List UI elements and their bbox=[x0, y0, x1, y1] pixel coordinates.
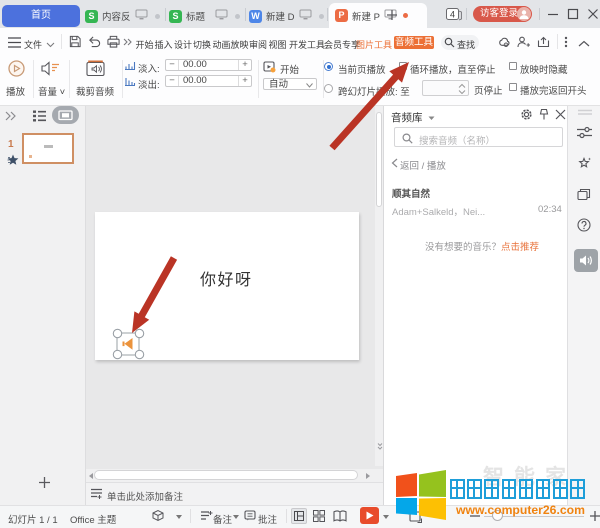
svg-text:4: 4 bbox=[450, 10, 455, 20]
